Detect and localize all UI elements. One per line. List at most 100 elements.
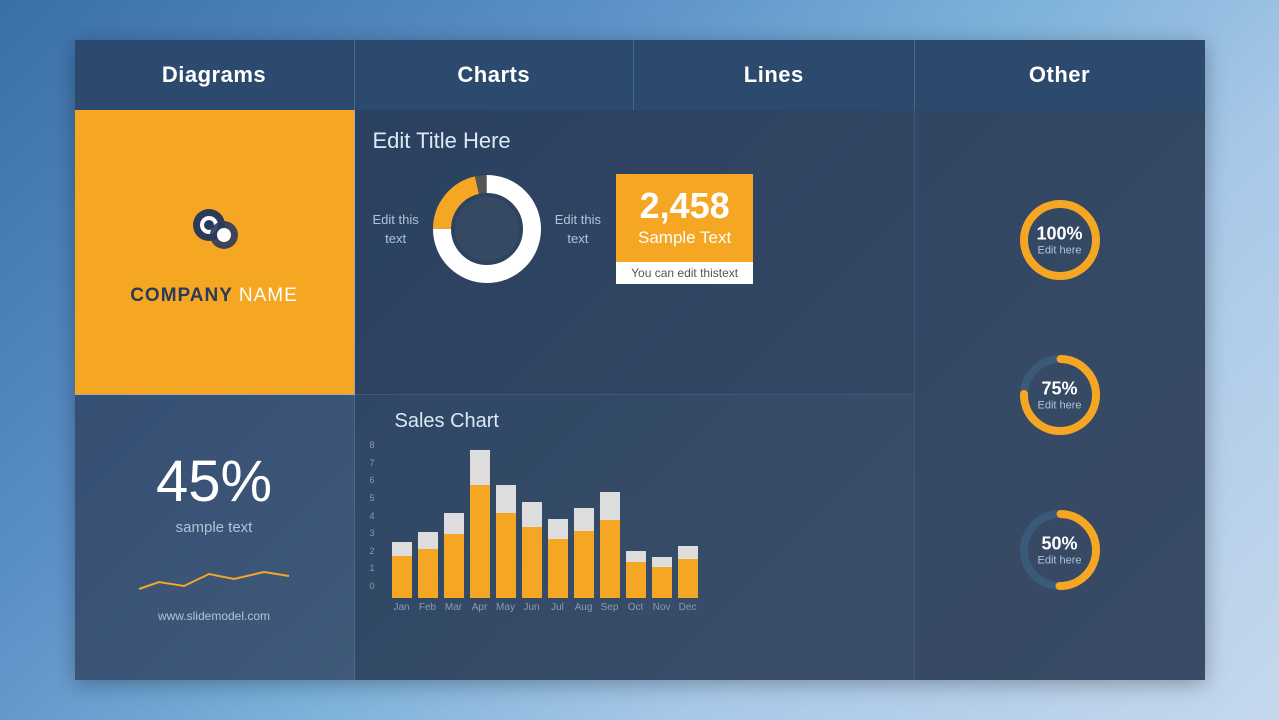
bar-top [548, 519, 568, 539]
percent-value: 45% [156, 453, 272, 511]
dashboard: Diagrams Charts Lines Other COMPANY NAME [75, 40, 1205, 680]
company-name-regular: NAME [239, 285, 298, 307]
bar-month-label: Oct [628, 602, 644, 613]
header-charts-title: Charts [457, 62, 530, 88]
gauge-2-text: 75% Edit here [1037, 379, 1081, 412]
gauge-item-1: 100% Edit here [1015, 195, 1105, 285]
bar-group: Nov [652, 448, 672, 613]
percent-cell: 45% sample text www.slidemodel.com [75, 395, 355, 680]
header-diagrams: Diagrams [75, 40, 355, 110]
gauge-2-percent: 75% [1037, 379, 1081, 400]
company-name: COMPANY NAME [130, 285, 298, 307]
bar-month-label: Apr [472, 602, 488, 613]
stat-edit-text[interactable]: You can edit thistext [616, 262, 753, 284]
bars-area: Jan Feb Mar Apr May Jun Jul Aug Sep Oct Nov Dec [392, 443, 698, 613]
bar-month-label: Dec [679, 602, 697, 613]
bar-wrapper [574, 448, 594, 598]
bar-month-label: Sep [601, 602, 619, 613]
stat-box[interactable]: 2,458 Sample Text [616, 174, 753, 262]
bar-top [444, 513, 464, 534]
gauge-3-percent: 50% [1037, 534, 1081, 555]
gauge-1-percent: 100% [1036, 224, 1082, 245]
bar-wrapper [626, 448, 646, 598]
bar-wrapper [470, 448, 490, 598]
company-logo [174, 197, 254, 277]
bar-month-label: Jan [393, 602, 409, 613]
company-cell: COMPANY NAME [75, 110, 355, 395]
gauge-1-text: 100% Edit here [1036, 224, 1082, 257]
bar-wrapper [652, 448, 672, 598]
bar-wrapper [418, 448, 438, 598]
gauge-circle-2: 75% Edit here [1015, 350, 1105, 440]
bar-month-label: Mar [445, 602, 462, 613]
bar-month-label: May [496, 602, 515, 613]
bar-month-label: Jun [523, 602, 539, 613]
bar-top [626, 551, 646, 562]
bar-group: Dec [678, 448, 698, 613]
y-axis: 0 1 2 3 4 5 6 7 8 [370, 441, 386, 591]
sales-chart-title: Sales Chart [365, 410, 904, 433]
bar-group: Jan [392, 448, 412, 613]
bar-wrapper [600, 448, 620, 598]
bar-top [392, 542, 412, 556]
header-other: Other [915, 40, 1205, 110]
sales-chart-cell: Sales Chart 0 1 2 3 4 5 6 7 8 Jan Feb Mar A… [355, 395, 915, 680]
bar-group: Sep [600, 448, 620, 613]
donut-area: Edit thistext Edit thistext [373, 169, 602, 289]
bar-top [522, 502, 542, 527]
bar-bottom [600, 520, 620, 598]
bar-month-label: Nov [653, 602, 671, 613]
bar-group: Jul [548, 448, 568, 613]
bar-bottom [574, 531, 594, 598]
header-diagrams-title: Diagrams [162, 62, 266, 88]
charts-lines-headers: Charts Lines [355, 40, 915, 110]
bar-group: Oct [626, 448, 646, 613]
donut-left-label: Edit thistext [373, 210, 419, 249]
chart-top-cell: Edit Title Here Edit thistext Edit thist… [355, 110, 915, 395]
bar-group: Aug [574, 448, 594, 613]
header-lines-title: Lines [744, 62, 804, 88]
bar-bottom [444, 534, 464, 598]
bar-group: May [496, 448, 516, 613]
bar-bottom [522, 527, 542, 598]
bar-bottom [678, 559, 698, 598]
header-other-title: Other [1029, 62, 1090, 88]
bar-bottom [548, 539, 568, 598]
sparkline-chart [134, 554, 294, 599]
header-lines: Lines [634, 40, 914, 110]
header-charts: Charts [355, 40, 635, 110]
bar-month-label: Jul [551, 602, 564, 613]
bar-group: Feb [418, 448, 438, 613]
bar-month-label: Aug [575, 602, 593, 613]
donut-right-label: Edit thistext [555, 210, 601, 249]
chart-content: Edit thistext Edit thistext 2,458 [373, 169, 899, 289]
bar-bottom [470, 485, 490, 598]
bar-group: Mar [444, 448, 464, 613]
bar-top [496, 485, 516, 513]
website-url: www.slidemodel.com [158, 609, 270, 623]
donut-chart [427, 169, 547, 289]
bar-top [600, 492, 620, 520]
bar-wrapper [392, 448, 412, 598]
percent-label: sample text [176, 519, 253, 536]
bar-month-label: Feb [419, 602, 436, 613]
chart-title: Edit Title Here [373, 128, 899, 154]
stat-area: 2,458 Sample Text You can edit thistext [616, 174, 753, 284]
gauge-2-label: Edit here [1037, 400, 1081, 412]
gauge-3-text: 50% Edit here [1037, 534, 1081, 567]
gauge-circle-3: 50% Edit here [1015, 505, 1105, 595]
gauge-3-label: Edit here [1037, 555, 1081, 567]
gauge-item-3: 50% Edit here [1015, 505, 1105, 595]
gauge-1-label: Edit here [1036, 245, 1082, 257]
bar-top [652, 557, 672, 567]
company-name-bold: COMPANY [130, 285, 233, 307]
bar-bottom [496, 513, 516, 598]
bar-bottom [626, 562, 646, 598]
bar-chart: 0 1 2 3 4 5 6 7 8 Jan Feb Mar Apr May Jun Jul A… [365, 441, 904, 613]
bar-wrapper [444, 448, 464, 598]
bar-wrapper [522, 448, 542, 598]
gauge-item-2: 75% Edit here [1015, 350, 1105, 440]
bar-bottom [652, 567, 672, 598]
bar-group: Jun [522, 448, 542, 613]
bar-top [418, 532, 438, 549]
